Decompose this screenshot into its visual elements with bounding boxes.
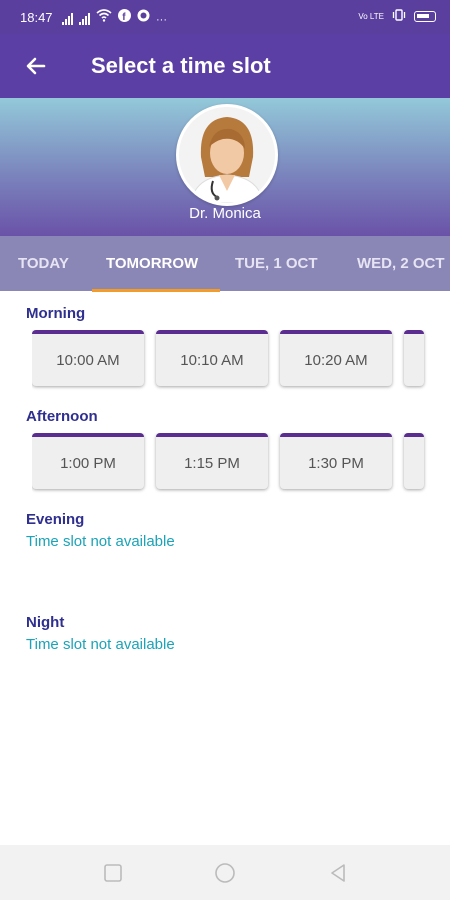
back-button[interactable] [18,48,54,84]
morning-title: Morning [26,305,86,322]
time-slot[interactable]: 1:15 PM [156,433,268,489]
app-bar: Select a time slot [0,34,450,98]
page-title: Select a time slot [91,53,271,78]
time-slot-partial[interactable] [404,433,424,489]
status-bar: 18:47 f ··· Vo LTE [0,0,450,34]
tab-wed-2-oct[interactable]: WED, 2 OCT [357,236,445,291]
afternoon-title: Afternoon [26,408,98,425]
status-time: 18:47 [20,10,53,25]
more-notifications-icon: ··· [156,14,167,26]
back-nav-button[interactable] [327,862,349,884]
doctor-header: Dr. Monica [0,98,450,236]
system-nav-bar [0,845,450,900]
afternoon-slots: 1:00 PM 1:15 PM 1:30 PM [32,433,450,495]
morning-slots: 10:00 AM 10:10 AM 10:20 AM [32,330,450,392]
signal-indicators: f ··· [62,9,167,26]
time-slot-partial[interactable] [404,330,424,386]
time-slot[interactable]: 1:30 PM [280,433,392,489]
cell-signal-icon [62,13,73,25]
square-icon [104,864,122,882]
active-tab-indicator [92,289,220,292]
arrow-back-icon [26,57,46,75]
circle-icon [215,863,235,883]
whatsapp-icon [137,9,150,25]
time-slot[interactable]: 10:20 AM [280,330,392,386]
doctor-avatar [176,104,278,206]
time-slot[interactable]: 10:10 AM [156,330,268,386]
battery-icon [414,11,436,22]
tab-today[interactable]: TODAY [18,236,69,291]
time-slot[interactable]: 10:00 AM [32,330,144,386]
tab-tue-1-oct[interactable]: TUE, 1 OCT [235,236,318,291]
vibrate-icon [392,9,406,24]
volte-label: Vo LTE [358,12,384,21]
recents-button[interactable] [102,862,124,884]
status-right: Vo LTE [358,9,436,24]
tab-tomorrow[interactable]: TOMORROW [106,236,198,291]
time-slot[interactable]: 1:00 PM [32,433,144,489]
evening-title: Evening [26,511,85,528]
cell-signal-2-icon [79,13,90,25]
night-unavailable-text: Time slot not available [26,636,175,653]
triangle-back-icon [331,864,345,882]
night-title: Night [26,614,65,631]
wifi-icon [96,9,112,25]
facebook-icon: f [118,9,131,25]
home-button[interactable] [214,862,236,884]
doctor-name: Dr. Monica [189,205,261,222]
date-tabs: TODAY TOMORROW TUE, 1 OCT WED, 2 OCT [0,236,450,291]
evening-unavailable-text: Time slot not available [26,533,175,550]
